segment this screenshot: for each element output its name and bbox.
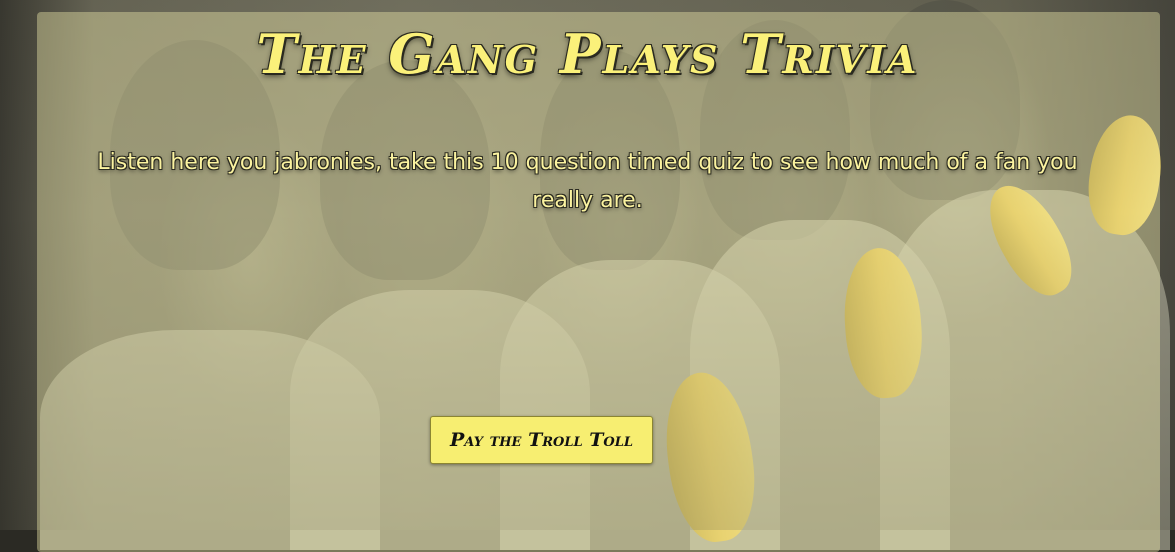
start-quiz-button[interactable]: Pay the Troll Toll [430,416,653,464]
content-panel [37,12,1160,552]
intro-text: Listen here you jabronies, take this 10 … [97,150,1078,213]
page-title: The Gang Plays Trivia [256,22,919,86]
